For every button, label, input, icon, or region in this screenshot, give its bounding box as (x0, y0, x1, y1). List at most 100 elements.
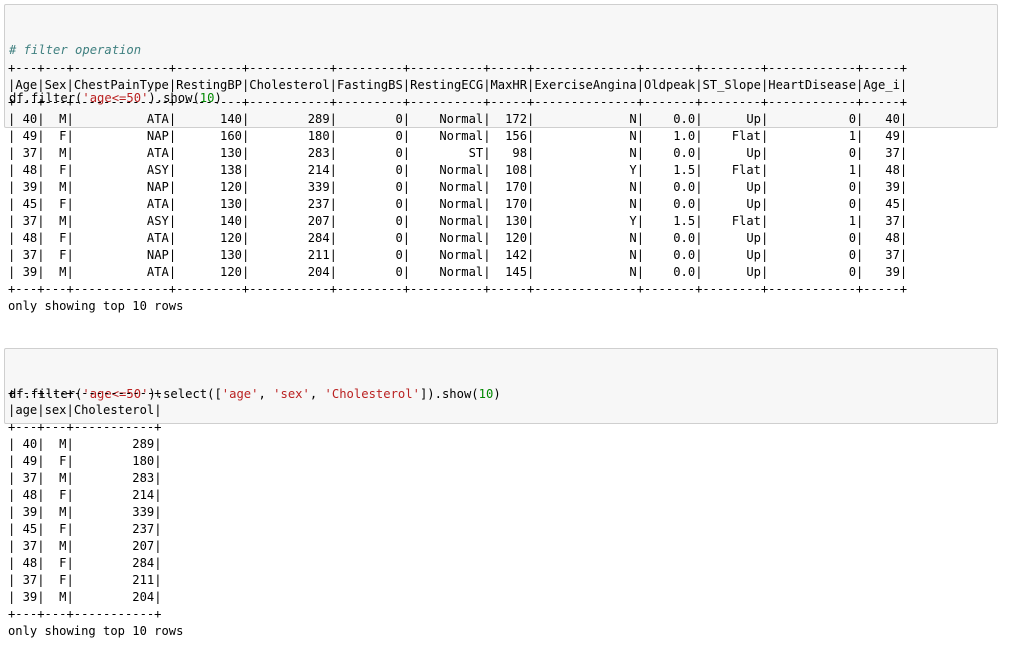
table-2-cell: 45 (15, 522, 38, 536)
table-1-cell: 37 (15, 146, 38, 160)
table-2-cell: F (44, 488, 67, 502)
table-1-cell: 0 (768, 146, 857, 160)
table-1-cell: 0 (768, 231, 857, 245)
table-2-cell: 204 (73, 590, 155, 604)
table-1-cell: Normal (410, 265, 484, 279)
table-1-cell: 49 (15, 129, 38, 143)
table-1-cell: 39 (863, 265, 900, 279)
table-2-cell: 48 (15, 488, 38, 502)
table-1-cell: 0 (336, 146, 403, 160)
table-2-header-row: |age|sex|Cholesterol| (8, 403, 162, 417)
table-2-cell: 49 (15, 454, 38, 468)
table-1-cell: 211 (249, 248, 330, 262)
table-1-cell: ATA (73, 146, 169, 160)
table-1-cell: 0 (768, 112, 857, 126)
table-1-cell: Normal (410, 129, 484, 143)
table-2-cell: 39 (15, 505, 38, 519)
table-1-cell: Flat (702, 129, 761, 143)
table-1-cell: 207 (249, 214, 330, 228)
table-1-cell: 48 (15, 231, 38, 245)
table-1-cell: 1.5 (644, 214, 696, 228)
table-1-cell: 0.0 (644, 180, 696, 194)
table-1-cell: Up (702, 248, 761, 262)
table-1-cell: HeartDisease (768, 78, 857, 92)
table-1-cell: Up (702, 146, 761, 160)
table-1-cell: 0 (336, 129, 403, 143)
table-1-cell: N (534, 146, 637, 160)
table-1-cell: ASY (73, 163, 169, 177)
table-1-cell: 37 (863, 214, 900, 228)
table-1-cell: 0 (768, 180, 857, 194)
table-1-cell: M (44, 146, 67, 160)
table-1-cell: 172 (490, 112, 528, 126)
table-1-cell: 284 (249, 231, 330, 245)
table-2-row: | 40| M| 289| (8, 437, 162, 451)
table-1-cell: 0 (336, 180, 403, 194)
table-1-row: | 37| F| NAP| 130| 211| 0| Normal| 142| … (8, 248, 908, 262)
table-1-cell: 120 (176, 180, 242, 194)
table-2-cell: 339 (73, 505, 155, 519)
table-1-cell: 145 (490, 265, 528, 279)
code-cell-2-output: +---+---+-----------+ |age|sex|Cholester… (8, 385, 183, 640)
table-1-cell: ExerciseAngina (534, 78, 637, 92)
table-2-cell: 214 (73, 488, 155, 502)
table-2-row: | 39| M| 339| (8, 505, 162, 519)
table-1-row: | 48| F| ATA| 120| 284| 0| Normal| 120| … (8, 231, 908, 245)
table-1-cell: Flat (702, 214, 761, 228)
table-1-cell: N (534, 129, 637, 143)
table-1-cell: 37 (15, 248, 38, 262)
table-1-cell: Normal (410, 248, 484, 262)
table-2-row: | 37| M| 207| (8, 539, 162, 553)
table-1-cell: 0.0 (644, 112, 696, 126)
table-1-cell: Up (702, 180, 761, 194)
table-2-cell: 180 (73, 454, 155, 468)
table-1-cell: 40 (15, 112, 38, 126)
output-footer: only showing top 10 rows (8, 299, 184, 313)
table-1-cell: 138 (176, 163, 242, 177)
table-1-cell: Normal (410, 231, 484, 245)
table-1-cell: RestingECG (410, 78, 484, 92)
table-1-row: | 39| M| ATA| 120| 204| 0| Normal| 145| … (8, 265, 908, 279)
table-2-cell: 207 (73, 539, 155, 553)
table-1-cell: 37 (863, 146, 900, 160)
table-1-cell: 120 (176, 265, 242, 279)
table-1-cell: ASY (73, 214, 169, 228)
table-1-cell: Up (702, 231, 761, 245)
table-2-cell: M (44, 590, 67, 604)
table-1-cell: 1 (768, 129, 857, 143)
table-2-cell: age (15, 403, 38, 417)
table-1-cell: ChestPainType (73, 78, 169, 92)
table-1-cell: Y (534, 214, 637, 228)
table-2-cell: 283 (73, 471, 155, 485)
table-1-cell: 0 (768, 265, 857, 279)
table-2-row: | 39| M| 204| (8, 590, 162, 604)
table-2-cell: F (44, 556, 67, 570)
table-1-row: | 40| M| ATA| 140| 289| 0| Normal| 172| … (8, 112, 908, 126)
table-1-cell: 1.0 (644, 129, 696, 143)
table-1-cell: M (44, 265, 67, 279)
table-2-cell: 237 (73, 522, 155, 536)
table-1-cell: MaxHR (490, 78, 528, 92)
table-1-cell: M (44, 214, 67, 228)
table-1-cell: 156 (490, 129, 528, 143)
table-1-cell: N (534, 112, 637, 126)
table-2-cell: 37 (15, 471, 38, 485)
table-1-cell: 237 (249, 197, 330, 211)
table-1-cell: 37 (863, 248, 900, 262)
table-1-cell: 140 (176, 112, 242, 126)
table-2-cell: F (44, 522, 67, 536)
table-1-cell: 130 (490, 214, 528, 228)
table-1-cell: 98 (490, 146, 528, 160)
table-2-border: +---+---+-----------+ (8, 607, 162, 621)
table-1-cell: 45 (863, 197, 900, 211)
table-1-cell: 1 (768, 214, 857, 228)
table-1-cell: 142 (490, 248, 528, 262)
table-1-cell: 1.5 (644, 163, 696, 177)
table-1-cell: 108 (490, 163, 528, 177)
table-1-cell: 0 (336, 112, 403, 126)
table-1-cell: 1 (768, 163, 857, 177)
table-1-cell: 0.0 (644, 231, 696, 245)
table-1-cell: Age (15, 78, 38, 92)
table-1-row: | 49| F| NAP| 160| 180| 0| Normal| 156| … (8, 129, 908, 143)
table-1-row: | 45| F| ATA| 130| 237| 0| Normal| 170| … (8, 197, 908, 211)
